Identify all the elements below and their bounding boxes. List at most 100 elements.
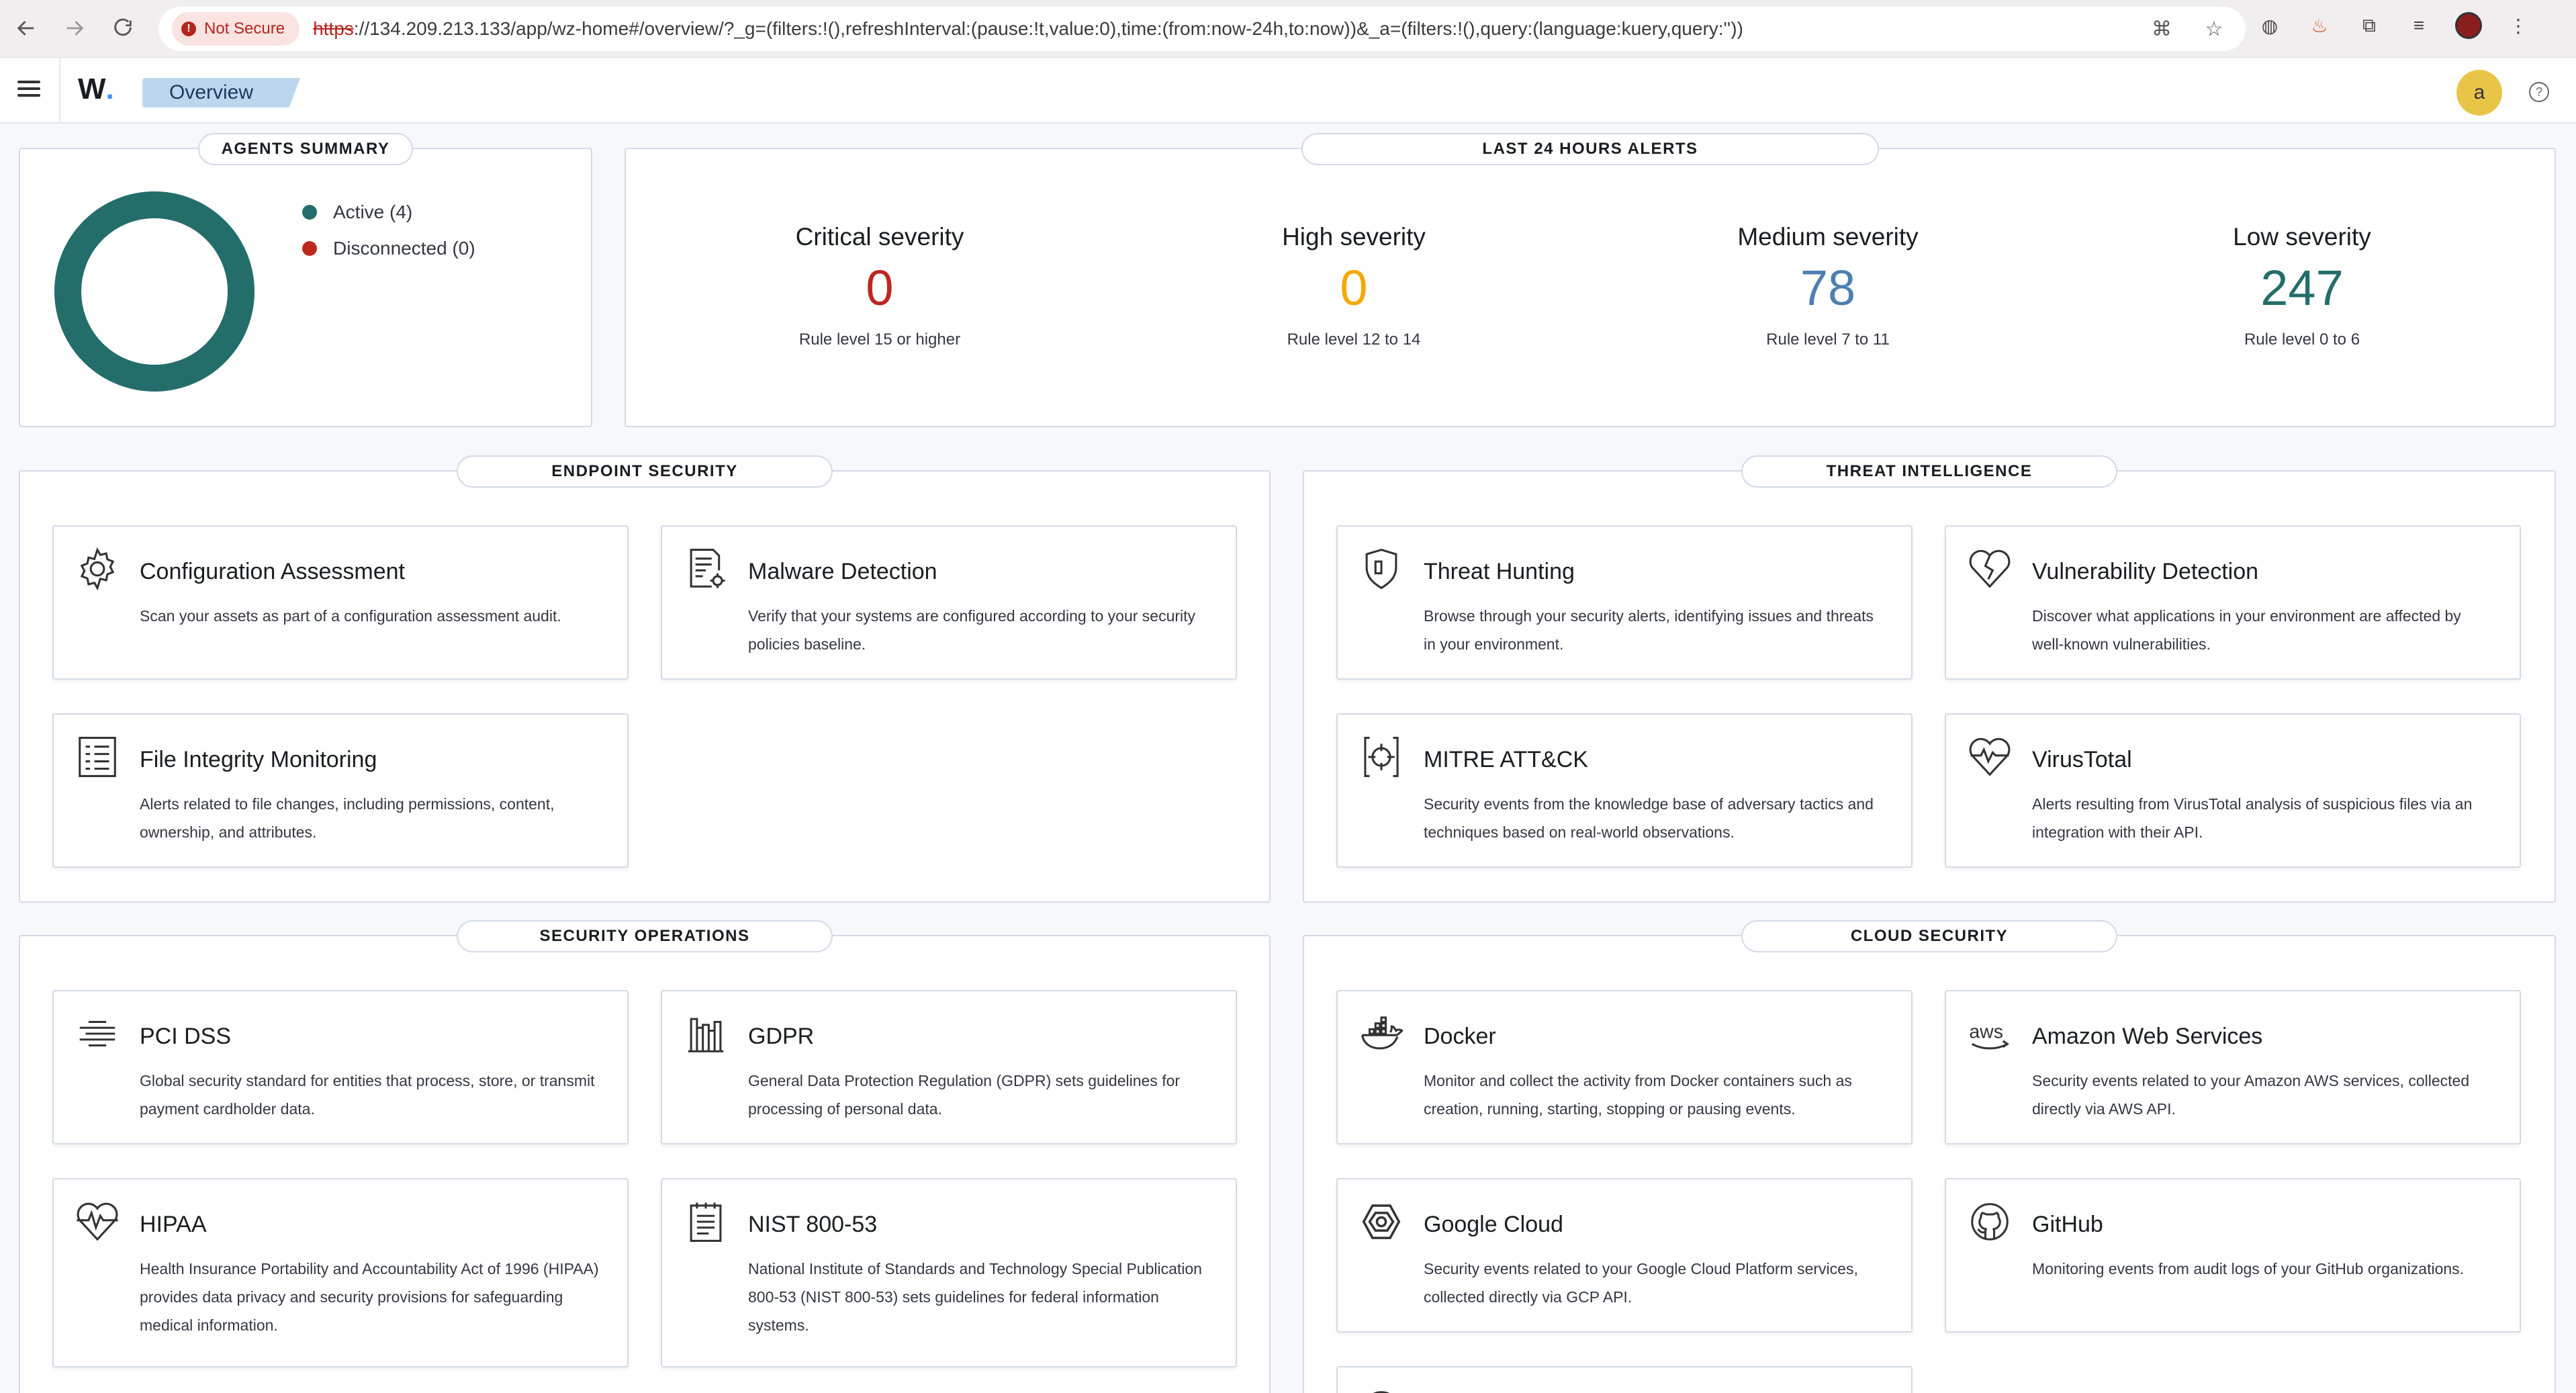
shield-icon: [1358, 545, 1405, 592]
user-avatar[interactable]: a: [2456, 70, 2502, 116]
card-title: MITRE ATT&CK: [1424, 747, 1588, 772]
kebab-menu-icon[interactable]: ⋮: [2505, 12, 2532, 39]
github-icon: [1966, 1198, 2013, 1245]
security-indicator[interactable]: ! Not Secure: [172, 12, 300, 46]
card-description: Security events related to your Google C…: [1424, 1260, 1858, 1306]
alerts-title: LAST 24 HOURS ALERTS: [1301, 133, 1879, 165]
high-severity-value[interactable]: 0: [1220, 258, 1488, 318]
card-description: Health Insurance Portability and Account…: [140, 1260, 599, 1334]
svg-text:aws: aws: [1969, 1022, 2003, 1043]
card-malware-detection[interactable]: Malware Detection Verify that your syste…: [661, 525, 1237, 680]
low-severity-value[interactable]: 247: [2168, 258, 2436, 318]
card-title: HIPAA: [140, 1212, 207, 1237]
card-description: Scan your assets as part of a configurat…: [140, 607, 561, 625]
card-mitre-attack[interactable]: MITRE ATT&CK Security events from the kn…: [1336, 713, 1913, 868]
breadcrumb-overview[interactable]: Overview: [142, 78, 301, 107]
card-file-integrity-monitoring[interactable]: File Integrity Monitoring Alerts related…: [52, 713, 629, 868]
back-button[interactable]: [9, 11, 43, 45]
legend-dot-active: [302, 205, 317, 220]
fire-extension-icon[interactable]: ♨: [2306, 12, 2333, 39]
donut-active-segment: [54, 191, 255, 392]
card-title: Malware Detection: [748, 559, 937, 584]
card-description: Alerts related to file changes, includin…: [140, 795, 555, 841]
extension-icon[interactable]: ◍: [2256, 12, 2283, 39]
legend-label-disconnected: Disconnected (0): [333, 238, 475, 259]
aws-icon: aws: [1966, 1010, 2013, 1057]
card-title: Docker: [1424, 1024, 1496, 1049]
legend-item-active[interactable]: Active (4): [302, 201, 475, 223]
security-operations-panel: SECURITY OPERATIONS PCI DSS Global secur…: [19, 920, 1271, 1393]
translate-icon[interactable]: ⌘: [2149, 16, 2174, 42]
card-nist-800-53[interactable]: NIST 800-53 National Institute of Standa…: [661, 1178, 1237, 1367]
card-title: Amazon Web Services: [2032, 1024, 2263, 1049]
card-description: Verify that your systems are configured …: [748, 607, 1196, 653]
card-title: VirusTotal: [2032, 747, 2132, 772]
low-severity-stat[interactable]: Low severity 247 Rule level 0 to 6: [2168, 223, 2436, 349]
card-title: PCI DSS: [140, 1024, 232, 1049]
card-docker[interactable]: Docker Monitor and collect the activity …: [1336, 990, 1913, 1144]
help-icon[interactable]: ?: [2529, 82, 2549, 102]
threat-intelligence-panel: THREAT INTELLIGENCE Threat Hunting Brows…: [1303, 455, 2556, 903]
card-description: Monitoring events from audit logs of you…: [2032, 1260, 2465, 1277]
lines-icon: [74, 1010, 121, 1057]
card-virustotal[interactable]: VirusTotal Alerts resulting from VirusTo…: [1945, 713, 2521, 868]
high-severity-stat[interactable]: High severity 0 Rule level 12 to 14: [1220, 223, 1488, 349]
reload-button[interactable]: [106, 11, 140, 45]
arrow-left-icon: [17, 21, 34, 36]
card-title: Google Cloud: [1424, 1212, 1563, 1237]
legend-item-disconnected[interactable]: Disconnected (0): [302, 238, 475, 259]
card-description: Security events from the knowledge base …: [1424, 795, 1874, 841]
card-configuration-assessment[interactable]: Configuration Assessment Scan your asset…: [52, 525, 629, 680]
card-amazon-web-services[interactable]: aws Amazon Web Services Security events …: [1945, 990, 2521, 1144]
google-cloud-icon: [1358, 1198, 1405, 1245]
docker-icon: [1358, 1010, 1405, 1057]
card-google-cloud[interactable]: Google Cloud Security events related to …: [1336, 1178, 1913, 1333]
hamburger-icon: [17, 81, 40, 83]
low-severity-title: Low severity: [2233, 223, 2371, 251]
medium-severity-desc: Rule level 7 to 11: [1766, 330, 1890, 349]
agents-donut-chart[interactable]: [54, 191, 255, 392]
header-divider: [59, 58, 60, 124]
security-label: Not Secure: [204, 19, 285, 38]
card-hipaa[interactable]: HIPAA Health Insurance Portability and A…: [52, 1178, 629, 1367]
medium-severity-title: Medium severity: [1737, 223, 1919, 251]
browser-toolbar: ! Not Secure https://134.209.213.133/app…: [0, 0, 2576, 58]
medium-severity-value[interactable]: 78: [1694, 258, 1962, 318]
card-github[interactable]: GitHub Monitoring events from audit logs…: [1945, 1178, 2521, 1333]
critical-severity-stat[interactable]: Critical severity 0 Rule level 15 or hig…: [745, 223, 1014, 349]
crosshair-icon: [1358, 733, 1405, 780]
card-gdpr[interactable]: GDPR General Data Protection Regulation …: [661, 990, 1237, 1144]
address-bar[interactable]: ! Not Secure https://134.209.213.133/app…: [158, 7, 2246, 51]
arrow-right-icon: [66, 21, 84, 36]
agents-legend: Active (4) Disconnected (0): [302, 201, 475, 274]
wazuh-logo[interactable]: W.: [78, 73, 114, 106]
warning-icon: !: [181, 21, 196, 36]
legend-label-active: Active (4): [333, 201, 413, 222]
url-rest: ://134.209.213.133/app/wz-home#/overview…: [353, 18, 1743, 39]
menu-toggle-button[interactable]: [15, 77, 43, 105]
puzzle-icon[interactable]: ⧉: [2356, 12, 2383, 39]
reload-icon: [114, 18, 132, 36]
app-header: W. Overview: [0, 58, 2576, 124]
profile-avatar[interactable]: [2455, 12, 2482, 39]
card-description: Monitor and collect the activity from Do…: [1424, 1072, 1852, 1118]
media-icon[interactable]: ≡: [2405, 12, 2432, 39]
forward-button[interactable]: [58, 11, 91, 45]
high-severity-title: High severity: [1282, 223, 1426, 251]
cloud-security-panel: CLOUD SECURITY Docker Monitor and collec…: [1303, 920, 2556, 1393]
card-pci-dss[interactable]: PCI DSS Global security standard for ent…: [52, 990, 629, 1144]
gear-icon: [74, 545, 121, 592]
card-threat-hunting[interactable]: Threat Hunting Browse through your secur…: [1336, 525, 1913, 680]
card-title: Threat Hunting: [1424, 559, 1575, 584]
card-partial-next[interactable]: [1336, 1366, 1913, 1393]
card-title: File Integrity Monitoring: [140, 747, 377, 772]
agents-summary-panel: AGENTS SUMMARY Active (4) Disconnected (…: [19, 133, 592, 427]
bookmark-star-icon[interactable]: ☆: [2201, 16, 2227, 42]
critical-severity-value[interactable]: 0: [745, 258, 1014, 318]
cloud-security-title: CLOUD SECURITY: [1741, 920, 2117, 952]
low-severity-desc: Rule level 0 to 6: [2244, 330, 2360, 349]
medium-severity-stat[interactable]: Medium severity 78 Rule level 7 to 11: [1694, 223, 1962, 349]
card-vulnerability-detection[interactable]: Vulnerability Detection Discover what ap…: [1945, 525, 2521, 680]
url-text[interactable]: https://134.209.213.133/app/wz-home#/ove…: [313, 18, 1743, 40]
card-title: GitHub: [2032, 1212, 2103, 1237]
